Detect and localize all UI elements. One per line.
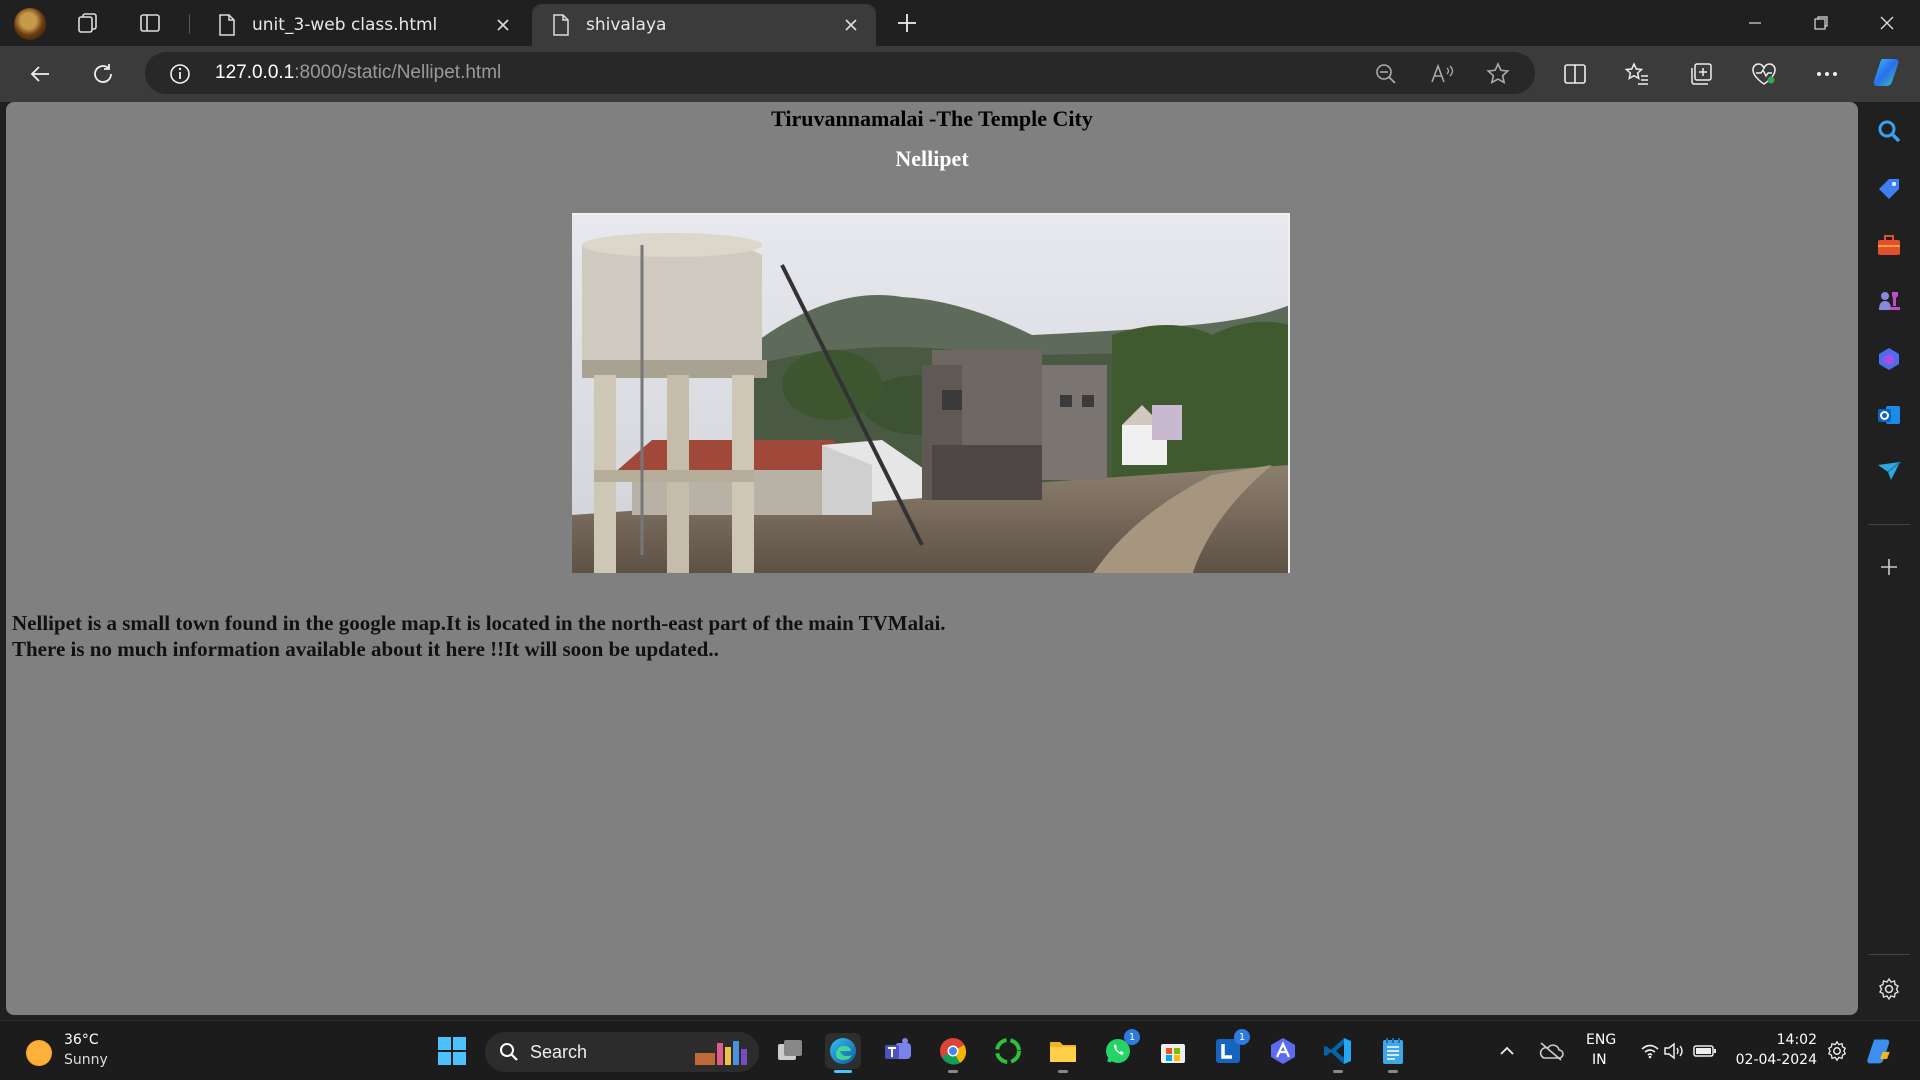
start-button[interactable] <box>434 1033 470 1069</box>
clock-date[interactable]: 02-04-2024 <box>1735 1052 1817 1068</box>
favorite-star-icon[interactable] <box>1485 61 1511 87</box>
search-icon <box>500 1043 518 1061</box>
sunny-weather-icon[interactable] <box>26 1040 52 1066</box>
sidebar-divider <box>1868 954 1910 955</box>
refresh-app-icon[interactable] <box>990 1033 1026 1069</box>
language-in[interactable]: IN <box>1592 1052 1607 1068</box>
url-text[interactable]: 127.0.0.1:8000/static/Nellipet.html <box>215 62 501 84</box>
arc-app-icon[interactable] <box>1265 1033 1301 1069</box>
tools-briefcase-icon[interactable] <box>1874 230 1904 260</box>
add-sidebar-app-button[interactable] <box>1874 552 1904 582</box>
split-screen-icon[interactable] <box>1560 59 1590 89</box>
nellipet-photo <box>572 213 1290 573</box>
minimize-button[interactable] <box>1732 8 1778 38</box>
task-view-icon[interactable] <box>772 1033 808 1069</box>
weather-condition[interactable]: Sunny <box>64 1052 108 1068</box>
search-highlight-art-icon <box>695 1041 747 1065</box>
onedrive-offline-icon[interactable] <box>1536 1033 1566 1069</box>
back-button[interactable] <box>24 58 56 90</box>
microsoft-store-icon[interactable] <box>1155 1033 1191 1069</box>
page-viewport: Tiruvannamalai -The Temple City Nellipet <box>6 102 1858 1015</box>
file-explorer-icon[interactable] <box>1045 1033 1081 1073</box>
wifi-icon[interactable] <box>1638 1033 1662 1069</box>
language-eng[interactable]: ENG <box>1586 1032 1616 1048</box>
microsoft-365-icon[interactable] <box>1874 344 1904 374</box>
document-icon <box>219 14 235 36</box>
edge-sidebar <box>1858 102 1920 1015</box>
vscode-icon[interactable] <box>1320 1033 1356 1073</box>
tab-title: shivalaya <box>586 15 667 35</box>
favorites-icon[interactable] <box>1622 59 1652 89</box>
linkedin-l-icon[interactable]: 1 <box>1210 1029 1250 1069</box>
teams-icon[interactable] <box>880 1033 916 1069</box>
copilot-icon[interactable] <box>1871 55 1905 89</box>
read-aloud-icon[interactable] <box>1429 61 1455 87</box>
volume-icon[interactable] <box>1662 1033 1686 1069</box>
document-icon <box>553 14 569 36</box>
tab-shivalaya[interactable]: shivalaya <box>532 4 876 46</box>
close-icon[interactable] <box>840 14 862 36</box>
refresh-button[interactable] <box>87 58 119 90</box>
profile-avatar[interactable] <box>14 8 46 40</box>
close-icon[interactable] <box>492 14 514 36</box>
battery-icon[interactable] <box>1690 1033 1720 1069</box>
notepad-icon[interactable] <box>1375 1033 1411 1073</box>
browser-essentials-icon[interactable] <box>1749 59 1779 89</box>
info-icon[interactable] <box>169 63 191 85</box>
page-paragraph: Nellipet is a small town found in the go… <box>12 610 1712 662</box>
paragraph-line-1: Nellipet is a small town found in the go… <box>12 611 946 635</box>
chrome-icon[interactable] <box>935 1033 971 1073</box>
paragraph-line-2: There is no much information available a… <box>12 637 719 661</box>
sidebar-settings-icon[interactable] <box>1874 974 1904 1004</box>
clock-time[interactable]: 14:02 <box>1739 1032 1817 1048</box>
new-tab-button[interactable] <box>893 10 921 36</box>
more-options-icon[interactable] <box>1812 59 1842 89</box>
copilot-preview-icon[interactable] <box>1862 1033 1898 1069</box>
sidebar-divider <box>1868 524 1910 525</box>
title-bar: unit_3-web class.html shivalaya <box>0 0 1920 46</box>
edge-taskbar-icon[interactable] <box>825 1033 861 1073</box>
address-toolbar: 127.0.0.1:8000/static/Nellipet.html <box>0 46 1920 102</box>
taskbar-search[interactable]: Search <box>485 1032 759 1072</box>
vertical-tabs-icon[interactable] <box>136 10 164 36</box>
search-icon[interactable] <box>1874 116 1904 146</box>
tab-separator <box>189 14 190 34</box>
outlook-icon[interactable] <box>1874 400 1904 430</box>
shopping-tag-icon[interactable] <box>1874 174 1904 204</box>
restore-button[interactable] <box>1798 8 1844 38</box>
games-chess-icon[interactable] <box>1874 286 1904 316</box>
whatsapp-badge: 1 <box>1124 1029 1140 1045</box>
workspaces-icon[interactable] <box>74 10 102 36</box>
windows-taskbar: 36°C Sunny Search 1 1 ENG IN 14:02 02-04… <box>0 1020 1920 1080</box>
whatsapp-icon[interactable]: 1 <box>1100 1029 1140 1069</box>
l-app-badge: 1 <box>1234 1029 1250 1045</box>
address-bar[interactable]: 127.0.0.1:8000/static/Nellipet.html <box>145 52 1535 94</box>
send-drop-icon[interactable] <box>1874 456 1904 486</box>
weather-temperature[interactable]: 36°C <box>64 1032 99 1048</box>
notification-gear-icon[interactable] <box>1822 1033 1852 1069</box>
search-placeholder: Search <box>530 1042 588 1062</box>
page-heading: Tiruvannamalai -The Temple City <box>771 106 1093 131</box>
zoom-out-icon[interactable] <box>1373 61 1399 87</box>
close-window-button[interactable] <box>1864 8 1910 38</box>
show-hidden-icons-chevron-icon[interactable] <box>1494 1033 1520 1069</box>
page-subheading: Nellipet <box>895 146 969 171</box>
collections-icon[interactable] <box>1686 59 1716 89</box>
tab-title: unit_3-web class.html <box>252 15 438 35</box>
tab-unit3[interactable]: unit_3-web class.html <box>198 4 528 46</box>
